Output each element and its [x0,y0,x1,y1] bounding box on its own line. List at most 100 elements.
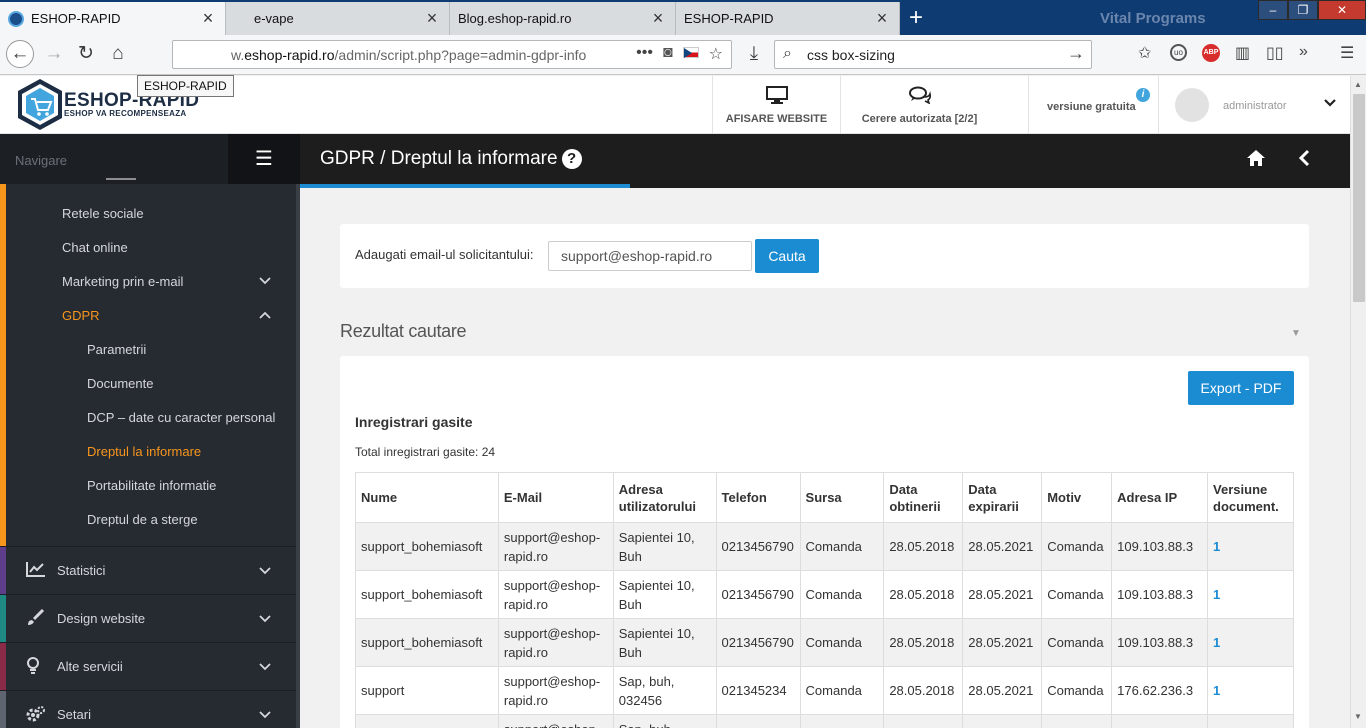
ublock-icon[interactable]: uo [1170,44,1187,61]
sidebar-subitem-dreptul-la-informare[interactable]: Dreptul la informare [87,444,201,459]
back-chevron-icon[interactable] [1298,149,1310,172]
overflow-chevron-icon[interactable]: » [1299,43,1308,61]
close-window-icon[interactable]: ✕ [1318,0,1366,20]
search-bar[interactable]: ⌕ css box-sizing → [774,40,1092,69]
cell-versiune-link[interactable] [1207,714,1294,728]
search-text[interactable]: css box-sizing [807,47,895,63]
col-header-email[interactable]: E-Mail [497,472,614,523]
sidebar-item-gdpr[interactable]: GDPR [62,308,100,323]
sidebar-subitem-dreptul-de-a-sterge[interactable]: Dreptul de a sterge [87,512,198,527]
user-menu[interactable]: administrator [1158,76,1350,133]
version-badge[interactable]: versiune gratuita i [1028,76,1158,133]
cell-versiune-link[interactable]: 1 [1207,522,1294,571]
sidebar-subitem-documente[interactable]: Documente [87,376,153,391]
hamburger-menu-icon[interactable]: ☰ [228,134,300,184]
col-header-data-expirarii[interactable]: Data expirarii [962,472,1043,523]
chevron-down-icon[interactable] [259,660,271,674]
cell-versiune-link[interactable]: 1 [1207,570,1294,619]
sidebar-section-design-website[interactable]: Design website [0,594,296,643]
scroll-up-arrow-icon[interactable]: ▲ [1354,80,1362,89]
search-button[interactable]: Cauta [755,239,819,273]
reader-view-icon[interactable]: ▯▯ [1266,43,1284,63]
info-icon[interactable]: i [1136,88,1150,102]
sidebar-section-setari[interactable]: Setari [0,690,296,728]
home-icon[interactable] [1246,149,1266,172]
address-bar[interactable]: w.eshop-rapid.ro/admin/script.php?page=a… [172,40,732,69]
email-input[interactable]: support@eshop-rapid.ro [548,241,752,271]
chevron-down-icon[interactable] [259,564,271,578]
sidebar-section-alte-servicii[interactable]: Alte servicii [0,642,296,691]
search-card: Adaugati email-ul solicitantului: suppor… [340,224,1309,288]
cell-versiune-link[interactable]: 1 [1207,666,1294,715]
cell-nume [355,714,499,728]
col-header-adresa-ip[interactable]: Adresa IP [1111,472,1209,523]
menu-hamburger-icon[interactable]: ☰ [1340,43,1354,63]
adblock-plus-icon[interactable]: ABP [1202,44,1220,62]
tab-close-icon[interactable]: × [423,8,441,29]
sidebar-section-statistici[interactable]: Statistici [0,546,296,595]
sidebar-toggle-icon[interactable]: ▥ [1235,43,1250,63]
col-header-telefon[interactable]: Telefon [715,472,801,523]
search-go-arrow-icon[interactable]: → [1067,43,1085,64]
chevron-up-icon[interactable] [259,308,271,322]
col-header-motiv[interactable]: Motiv [1041,472,1113,523]
browser-tab-1[interactable]: ESHOP-RAPID × [0,2,226,35]
website-button[interactable]: AFISARE WEBSITE [712,76,840,133]
cell-data-expirarii: 28.05.2021 [962,522,1043,571]
collapse-caret-icon[interactable]: ▼ [1291,328,1301,339]
scrollbar-thumb[interactable] [1353,94,1365,302]
sidebar-item-chat-online[interactable]: Chat online [62,240,128,255]
bookmarks-star-icon[interactable]: ✩ [1138,43,1151,63]
browser-tab-3[interactable]: Blog.eshop-rapid.ro × [450,2,676,35]
export-pdf-button[interactable]: Export - PDF [1188,371,1294,405]
page-actions-icon[interactable]: ••• [636,44,653,64]
requests-button[interactable]: Cerere autorizata [2/2] [840,76,998,133]
scroll-down-arrow-icon[interactable]: ▼ [1354,712,1362,721]
back-arrow-icon[interactable]: ← [6,40,34,68]
cell-motiv: Comanda [1041,522,1113,571]
cell-data-obtinerii: 28.05.2018 [883,522,964,571]
tab-close-icon[interactable]: × [199,8,217,29]
bookmark-star-icon[interactable]: ☆ [709,44,723,64]
browser-tab-2[interactable]: e-vape × [226,2,450,35]
browser-tab-4[interactable]: ESHOP-RAPID × [676,2,900,35]
forward-arrow-icon[interactable]: → [40,40,68,68]
sidebar-item-retele-sociale[interactable]: Retele sociale [62,206,144,221]
sidebar-item-marketing[interactable]: Marketing prin e-mail [62,274,183,289]
tab-close-icon[interactable]: × [873,8,891,29]
chevron-down-icon[interactable] [259,274,271,288]
help-question-icon[interactable]: ? [561,149,582,169]
tab-title: ESHOP-RAPID [31,11,121,26]
reload-icon[interactable]: ↻ [72,40,100,68]
cell-telefon: 0213456790 [715,618,801,667]
minimize-icon[interactable]: – [1258,0,1288,20]
pocket-icon[interactable]: ◙ [663,44,673,64]
col-header-versiune[interactable]: Versiune document. [1207,472,1294,523]
eshop-logo-icon[interactable] [15,77,65,132]
col-header-sursa[interactable]: Sursa [799,472,885,523]
chevron-down-icon[interactable] [1324,96,1336,110]
czech-flag-icon[interactable] [682,47,699,58]
download-icon[interactable]: ⤓ [740,40,768,68]
sidebar-subitem-dcp[interactable]: DCP – date cu caracter personal [87,410,275,425]
address-url[interactable]: w.eshop-rapid.ro/admin/script.php?page=a… [231,47,601,63]
sidebar-subitem-portabilitate[interactable]: Portabilitate informatie [87,478,216,493]
page-scrollbar[interactable]: ▲ ▼ [1350,76,1366,728]
cell-telefon [715,714,801,728]
tab-close-icon[interactable]: × [649,8,667,29]
sidebar-submenu: Retele sociale Chat online Marketing pri… [0,178,296,546]
new-tab-plus-icon[interactable]: + [902,4,930,32]
home-icon[interactable]: ⌂ [104,40,132,68]
col-header-adresa[interactable]: Adresa utilizatorului [612,472,717,523]
col-header-nume[interactable]: Nume [355,472,499,523]
chevron-down-icon[interactable] [259,708,271,722]
cell-versiune-link[interactable]: 1 [1207,618,1294,667]
cell-motiv: Comanda [1041,618,1113,667]
sidebar-subitem-parametrii[interactable]: Parametrii [87,342,146,357]
col-header-data-obtinerii[interactable]: Data obtinerii [883,472,964,523]
results-card: Export - PDF Inregistrari gasite Total i… [340,356,1309,728]
tab-title: ESHOP-RAPID [684,11,774,26]
chevron-down-icon[interactable] [259,612,271,626]
maximize-icon[interactable]: ❐ [1288,0,1318,20]
requests-button-label: Cerere autorizata [2/2] [861,113,978,125]
